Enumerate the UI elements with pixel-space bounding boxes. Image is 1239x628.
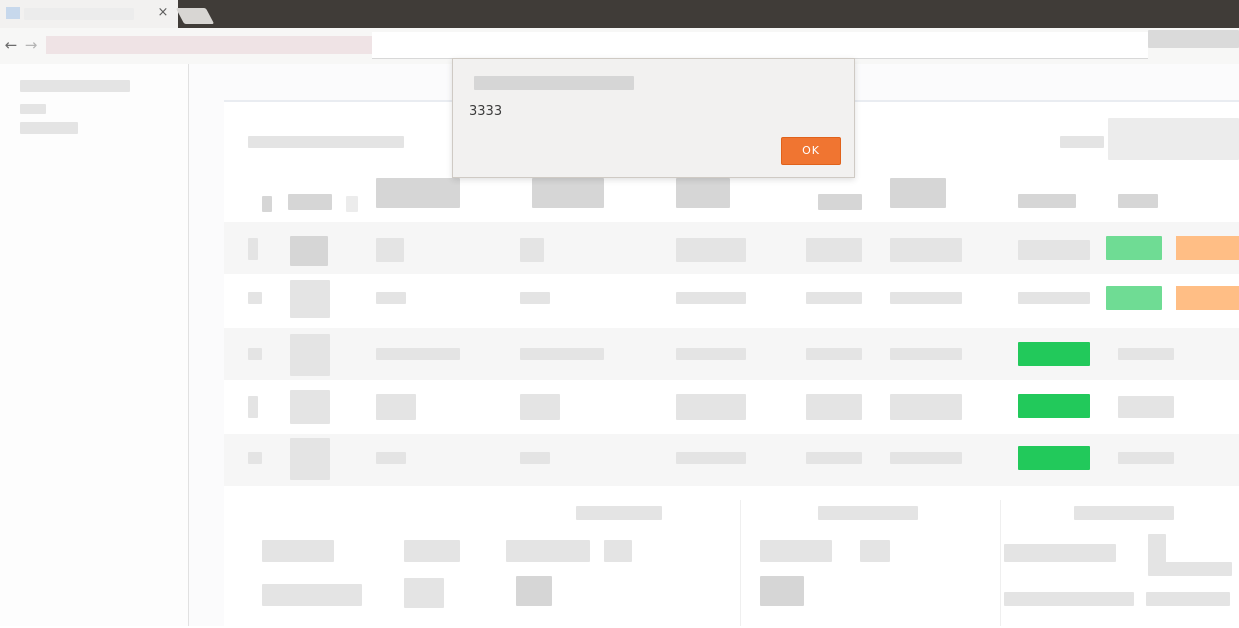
sidebar-header xyxy=(20,80,130,92)
search-input[interactable] xyxy=(1108,118,1239,160)
table-cell xyxy=(806,292,862,304)
column-header xyxy=(676,178,730,208)
table-cell xyxy=(676,394,746,420)
divider xyxy=(740,500,741,626)
table-cell xyxy=(290,390,330,424)
column-header xyxy=(346,196,358,212)
table-cell xyxy=(806,348,862,360)
table-cell xyxy=(376,394,416,420)
table-cell xyxy=(290,438,330,480)
summary-label xyxy=(506,540,590,562)
summary-title xyxy=(1074,506,1174,520)
table-cell xyxy=(520,348,604,360)
summary-value xyxy=(1146,592,1230,606)
column-header xyxy=(532,178,604,208)
column-header xyxy=(1118,194,1158,208)
summary-title xyxy=(576,506,662,520)
table-cell xyxy=(890,394,962,420)
row-checkbox[interactable] xyxy=(248,238,258,260)
summary-label xyxy=(760,540,832,562)
tab-favicon-icon xyxy=(6,7,20,19)
approve-button[interactable] xyxy=(1106,236,1162,260)
table-cell xyxy=(376,348,460,360)
url-text[interactable] xyxy=(46,36,376,54)
column-header xyxy=(288,194,332,210)
table-cell xyxy=(1018,292,1090,304)
table-cell xyxy=(676,452,746,464)
summary-value xyxy=(860,540,890,562)
table-cell xyxy=(1118,348,1174,360)
table-cell xyxy=(676,292,746,304)
summary-value xyxy=(1148,562,1232,576)
sidebar xyxy=(0,64,189,626)
approve-button[interactable] xyxy=(1018,342,1090,366)
dialog-message: 3333 xyxy=(469,104,503,119)
column-header xyxy=(1018,194,1076,208)
reject-button[interactable] xyxy=(1176,286,1239,310)
summary-value xyxy=(516,576,552,606)
tab-close-icon[interactable]: × xyxy=(156,5,170,21)
column-header xyxy=(890,178,946,208)
table-cell xyxy=(1118,396,1174,418)
table-cell xyxy=(520,238,544,262)
summary-label xyxy=(1004,592,1134,606)
card-action-label xyxy=(1060,136,1104,148)
forward-arrow-icon[interactable]: → xyxy=(24,37,38,53)
summary-label xyxy=(262,584,362,606)
table-cell xyxy=(890,292,962,304)
column-header xyxy=(376,178,460,208)
table-cell xyxy=(376,452,406,464)
row-checkbox[interactable] xyxy=(248,396,258,418)
ok-button[interactable]: OK xyxy=(781,137,841,165)
summary-title xyxy=(818,506,918,520)
url-input[interactable] xyxy=(372,32,1148,59)
table-cell xyxy=(1018,240,1090,260)
approve-button[interactable] xyxy=(1018,446,1090,470)
table-cell xyxy=(290,280,330,318)
table-cell xyxy=(806,452,862,464)
table-cell xyxy=(520,292,550,304)
summary-value xyxy=(760,576,804,606)
card-title xyxy=(248,136,404,148)
summary-label xyxy=(1004,544,1116,562)
summary-value xyxy=(604,540,632,562)
table-cell xyxy=(676,348,746,360)
approve-button[interactable] xyxy=(1018,394,1090,418)
sidebar-item[interactable] xyxy=(20,104,46,114)
table-cell xyxy=(890,238,962,262)
row-checkbox[interactable] xyxy=(248,452,262,464)
summary-label xyxy=(262,540,334,562)
dialog-title xyxy=(474,76,634,90)
reject-button[interactable] xyxy=(1176,236,1239,260)
column-header xyxy=(818,194,862,210)
summary-value xyxy=(404,540,460,562)
table-cell xyxy=(890,348,962,360)
table-cell xyxy=(1118,452,1174,464)
row-checkbox[interactable] xyxy=(248,292,262,304)
table-cell xyxy=(806,238,862,262)
table-cell xyxy=(376,292,406,304)
table-cell xyxy=(290,236,328,266)
divider xyxy=(1000,500,1001,626)
sidebar-item[interactable] xyxy=(20,122,78,134)
table-cell xyxy=(520,452,550,464)
table-cell xyxy=(806,394,862,420)
toolbar-extension[interactable] xyxy=(1148,30,1239,48)
back-arrow-icon[interactable]: ← xyxy=(4,37,18,53)
table-cell xyxy=(290,334,330,376)
column-header xyxy=(262,196,272,212)
table-cell xyxy=(520,394,560,420)
table-cell xyxy=(376,238,404,262)
approve-button[interactable] xyxy=(1106,286,1162,310)
tab-title xyxy=(24,8,134,20)
table-cell xyxy=(676,238,746,262)
summary-value xyxy=(404,578,444,608)
row-checkbox[interactable] xyxy=(248,348,262,360)
table-cell xyxy=(890,452,962,464)
